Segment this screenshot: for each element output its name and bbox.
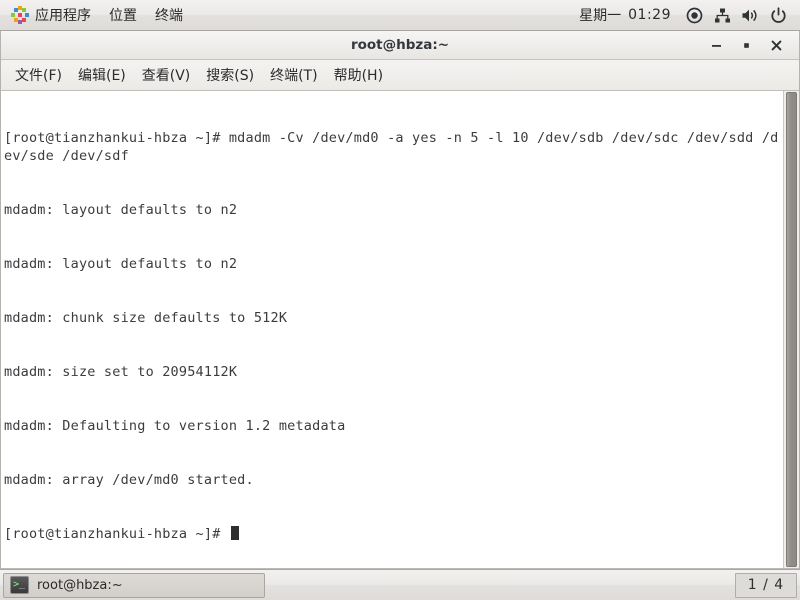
terminal-scrollbar[interactable] <box>783 91 799 568</box>
menu-help[interactable]: 帮助(H) <box>326 62 391 88</box>
terminal-menu[interactable]: 终端 <box>146 0 192 30</box>
window-titlebar[interactable]: root@hbza:~ <box>1 31 799 60</box>
window-menubar: 文件(F) 编辑(E) 查看(V) 搜索(S) 终端(T) 帮助(H) <box>1 60 799 91</box>
terminal-cursor <box>230 526 239 540</box>
maximize-button[interactable] <box>731 32 761 58</box>
minimize-button[interactable] <box>701 32 731 58</box>
terminal-line: [root@tianzhankui-hbza ~]# mdadm -Cv /de… <box>4 130 779 164</box>
top-panel: 应用程序 位置 终端 星期一 01:29 <box>0 0 800 31</box>
panel-menu-group: 应用程序 位置 终端 <box>0 0 192 30</box>
clock-day: 星期一 <box>579 8 622 24</box>
menu-terminal[interactable]: 终端(T) <box>262 62 325 88</box>
taskbar-item-label: root@hbza:~ <box>37 577 123 593</box>
clock[interactable]: 星期一 01:29 <box>571 5 679 25</box>
terminal-line: mdadm: array /dev/md0 started. <box>4 472 254 488</box>
menu-edit[interactable]: 编辑(E) <box>70 62 134 88</box>
terminal-body: [root@tianzhankui-hbza ~]# mdadm -Cv /de… <box>1 91 799 569</box>
terminal-prompt: [root@tianzhankui-hbza ~]# <box>4 526 229 542</box>
menu-file[interactable]: 文件(F) <box>7 62 70 88</box>
workspace-switcher[interactable]: 1 / 4 <box>735 572 797 598</box>
power-icon[interactable] <box>765 2 791 28</box>
window-controls <box>701 32 799 58</box>
terminal-window: root@hbza:~ 文件(F) 编辑(E) 查看(V) 搜索(S) 终端(T… <box>0 31 800 569</box>
applications-menu[interactable]: 应用程序 <box>0 0 100 30</box>
terminal-line: mdadm: Defaulting to version 1.2 metadat… <box>4 418 346 434</box>
terminal-scrollbar-thumb[interactable] <box>786 92 797 567</box>
terminal-line: mdadm: layout defaults to n2 <box>4 256 238 272</box>
bottom-panel: root@hbza:~ 1 / 4 <box>0 569 800 600</box>
terminal-line: mdadm: chunk size defaults to 512K <box>4 310 288 326</box>
places-menu-label: 位置 <box>109 8 137 24</box>
terminal-menu-label: 终端 <box>155 8 183 24</box>
taskbar-item-terminal[interactable]: root@hbza:~ <box>3 572 265 598</box>
menu-view[interactable]: 查看(V) <box>134 62 199 88</box>
network-icon[interactable] <box>709 2 735 28</box>
terminal-output[interactable]: [root@tianzhankui-hbza ~]# mdadm -Cv /de… <box>1 91 783 568</box>
menu-search[interactable]: 搜索(S) <box>198 62 262 88</box>
terminal-icon <box>10 576 29 594</box>
volume-icon[interactable] <box>737 2 763 28</box>
applications-pinwheel-icon <box>9 4 31 26</box>
location-indicator-icon[interactable] <box>681 2 707 28</box>
applications-menu-label: 应用程序 <box>35 8 91 24</box>
terminal-line: mdadm: layout defaults to n2 <box>4 202 238 218</box>
close-button[interactable] <box>761 32 791 58</box>
places-menu[interactable]: 位置 <box>100 0 146 30</box>
panel-status-area: 星期一 01:29 <box>571 0 800 30</box>
terminal-prompt-line: [root@tianzhankui-hbza ~]# <box>4 525 783 543</box>
window-title: root@hbza:~ <box>350 37 450 53</box>
desktop-screen: 应用程序 位置 终端 星期一 01:29 root@hbza:~ 文件(F) 编… <box>0 0 800 600</box>
workspace-label: 1 / 4 <box>747 577 785 593</box>
terminal-line: mdadm: size set to 20954112K <box>4 364 238 380</box>
clock-time: 01:29 <box>628 7 671 23</box>
